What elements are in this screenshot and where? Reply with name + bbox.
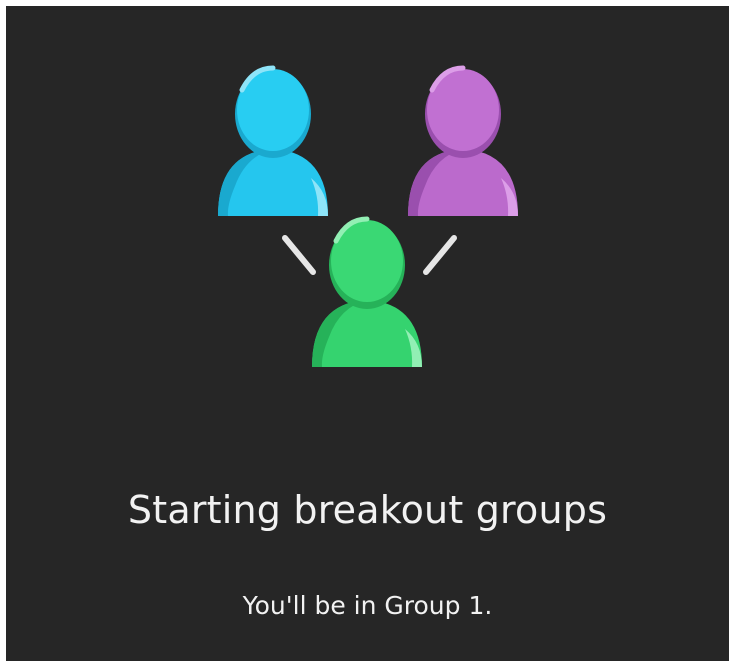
connector-line-icon: [282, 235, 316, 275]
group-assignment-message: You'll be in Group 1.: [242, 591, 493, 620]
person-icon-green: [312, 216, 422, 367]
person-icon-blue: [218, 65, 328, 216]
breakout-dialog: Starting breakout groups You'll be in Gr…: [6, 6, 729, 661]
person-icon-purple: [408, 65, 518, 216]
connector-line-icon: [423, 235, 457, 275]
dialog-title: Starting breakout groups: [127, 488, 608, 532]
breakout-groups-illustration: [218, 65, 518, 367]
